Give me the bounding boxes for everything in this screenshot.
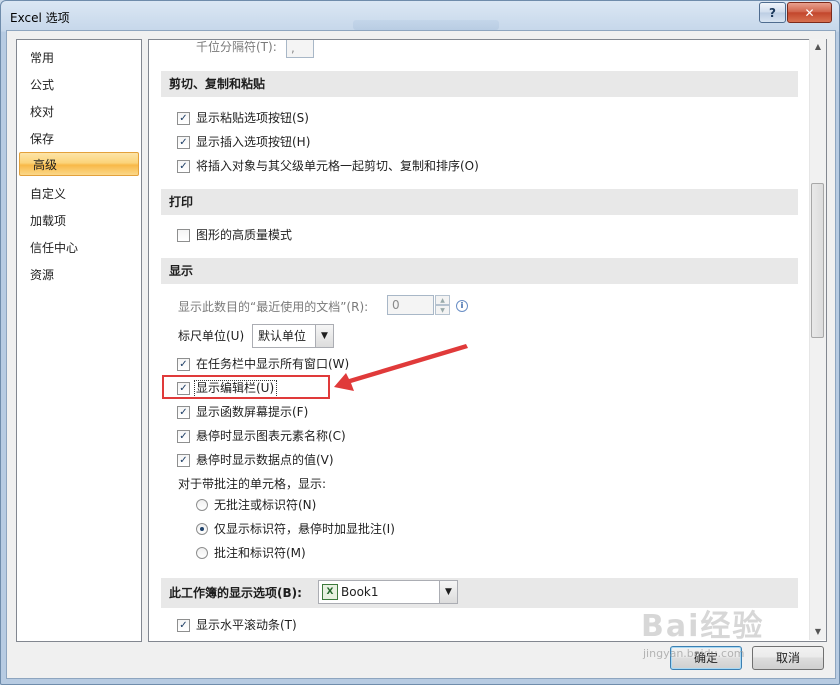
- recent-documents-down[interactable]: ▼: [435, 305, 450, 315]
- section-cut-copy-paste: 剪切、复制和粘贴: [161, 71, 798, 97]
- nav-item-resources[interactable]: 资源: [17, 263, 141, 287]
- cancel-button[interactable]: 取消: [752, 646, 824, 670]
- high-quality-graphics-label: 图形的高质量模式: [196, 228, 293, 242]
- annotation-highlight-box: [162, 375, 330, 399]
- advanced-options-panel: 千位分隔符(T): , 剪切、复制和粘贴 ✓ 显示粘贴选项按钮(S) ✓ 显示插…: [148, 39, 827, 642]
- ruler-units-select[interactable]: 默认单位 ▼: [252, 324, 334, 348]
- section-print: 打印: [161, 189, 798, 215]
- high-quality-graphics-checkbox[interactable]: [177, 229, 190, 242]
- workbook-value: Book1: [341, 585, 379, 599]
- scroll-down-icon[interactable]: ▼: [810, 624, 826, 640]
- excel-options-dialog: Excel 选项 ? ✕ 常用 公式 校对 保存 高级 自定义 加载项 信任中心…: [0, 0, 840, 685]
- nav-item-trust-center[interactable]: 信任中心: [17, 236, 141, 260]
- show-all-windows-taskbar-checkbox[interactable]: ✓: [177, 358, 190, 371]
- show-paste-options-label: 显示粘贴选项按钮(S): [196, 111, 309, 125]
- chevron-down-icon: ▼: [439, 581, 457, 603]
- title-bar: Excel 选项 ? ✕: [1, 1, 839, 31]
- scroll-up-icon[interactable]: ▲: [810, 39, 826, 55]
- recent-documents-input[interactable]: 0: [387, 295, 434, 315]
- nav-item-customize[interactable]: 自定义: [17, 182, 141, 206]
- nav-item-formulas[interactable]: 公式: [17, 73, 141, 97]
- show-insert-options-checkbox[interactable]: ✓: [177, 136, 190, 149]
- indicators-only-label: 仅显示标识符，悬停时加显批注(I): [214, 522, 395, 536]
- window-title: Excel 选项: [10, 11, 70, 25]
- vertical-scrollbar[interactable]: ▲ ▼: [809, 39, 826, 640]
- show-horizontal-scrollbar-checkbox[interactable]: ✓: [177, 619, 190, 632]
- show-data-point-values-checkbox[interactable]: ✓: [177, 454, 190, 467]
- cut-copy-sort-objects-checkbox[interactable]: ✓: [177, 160, 190, 173]
- show-horizontal-scrollbar-label: 显示水平滚动条(T): [196, 618, 297, 632]
- close-button[interactable]: ✕: [787, 2, 832, 23]
- show-function-screentips-checkbox[interactable]: ✓: [177, 406, 190, 419]
- comments-display-label: 对于带批注的单元格，显示:: [178, 477, 327, 491]
- nav-item-advanced[interactable]: 高级: [19, 152, 139, 176]
- recent-documents-label: 显示此数目的“最近使用的文档”(R):: [178, 300, 369, 314]
- comments-and-indicators-label: 批注和标识符(M): [214, 546, 306, 560]
- section-display: 显示: [161, 258, 798, 284]
- no-comments-label: 无批注或标识符(N): [214, 498, 317, 512]
- no-comments-radio[interactable]: [196, 499, 208, 511]
- workbook-select[interactable]: X Book1 ▼: [318, 580, 458, 604]
- nav-item-popular[interactable]: 常用: [17, 46, 141, 70]
- help-button[interactable]: ?: [759, 2, 786, 23]
- recent-documents-up[interactable]: ▲: [435, 295, 450, 305]
- show-paste-options-checkbox[interactable]: ✓: [177, 112, 190, 125]
- show-function-screentips-label: 显示函数屏幕提示(F): [196, 405, 309, 419]
- watermark-logo: Bai经验: [641, 609, 765, 644]
- workbook-display-header: 此工作簿的显示选项(B):: [169, 586, 302, 600]
- comments-and-indicators-radio[interactable]: [196, 547, 208, 559]
- ruler-units-value: 默认单位: [258, 329, 307, 343]
- info-icon[interactable]: i: [456, 300, 468, 312]
- nav-item-proofing[interactable]: 校对: [17, 100, 141, 124]
- excel-workbook-icon: X: [322, 584, 338, 600]
- nav-item-save[interactable]: 保存: [17, 127, 141, 151]
- scrollbar-thumb[interactable]: [811, 183, 824, 338]
- thousands-separator-label: 千位分隔符(T):: [196, 40, 277, 54]
- show-chart-element-names-label: 悬停时显示图表元素名称(C): [196, 429, 346, 443]
- show-insert-options-label: 显示插入选项按钮(H): [196, 135, 311, 149]
- annotation-arrow: [334, 344, 468, 391]
- thousands-separator-input[interactable]: ,: [286, 40, 314, 58]
- ruler-units-label: 标尺单位(U): [178, 329, 245, 343]
- cut-copy-sort-objects-label: 将插入对象与其父级单元格一起剪切、复制和排序(O): [196, 159, 479, 173]
- watermark-url: jingyan.baidu.com: [643, 647, 745, 660]
- nav-item-addins[interactable]: 加载项: [17, 209, 141, 233]
- background-window-title: [353, 20, 499, 30]
- show-data-point-values-label: 悬停时显示数据点的值(V): [196, 453, 334, 467]
- indicators-only-radio[interactable]: [196, 523, 208, 535]
- show-chart-element-names-checkbox[interactable]: ✓: [177, 430, 190, 443]
- category-nav: 常用 公式 校对 保存 高级 自定义 加载项 信任中心 资源: [16, 39, 142, 642]
